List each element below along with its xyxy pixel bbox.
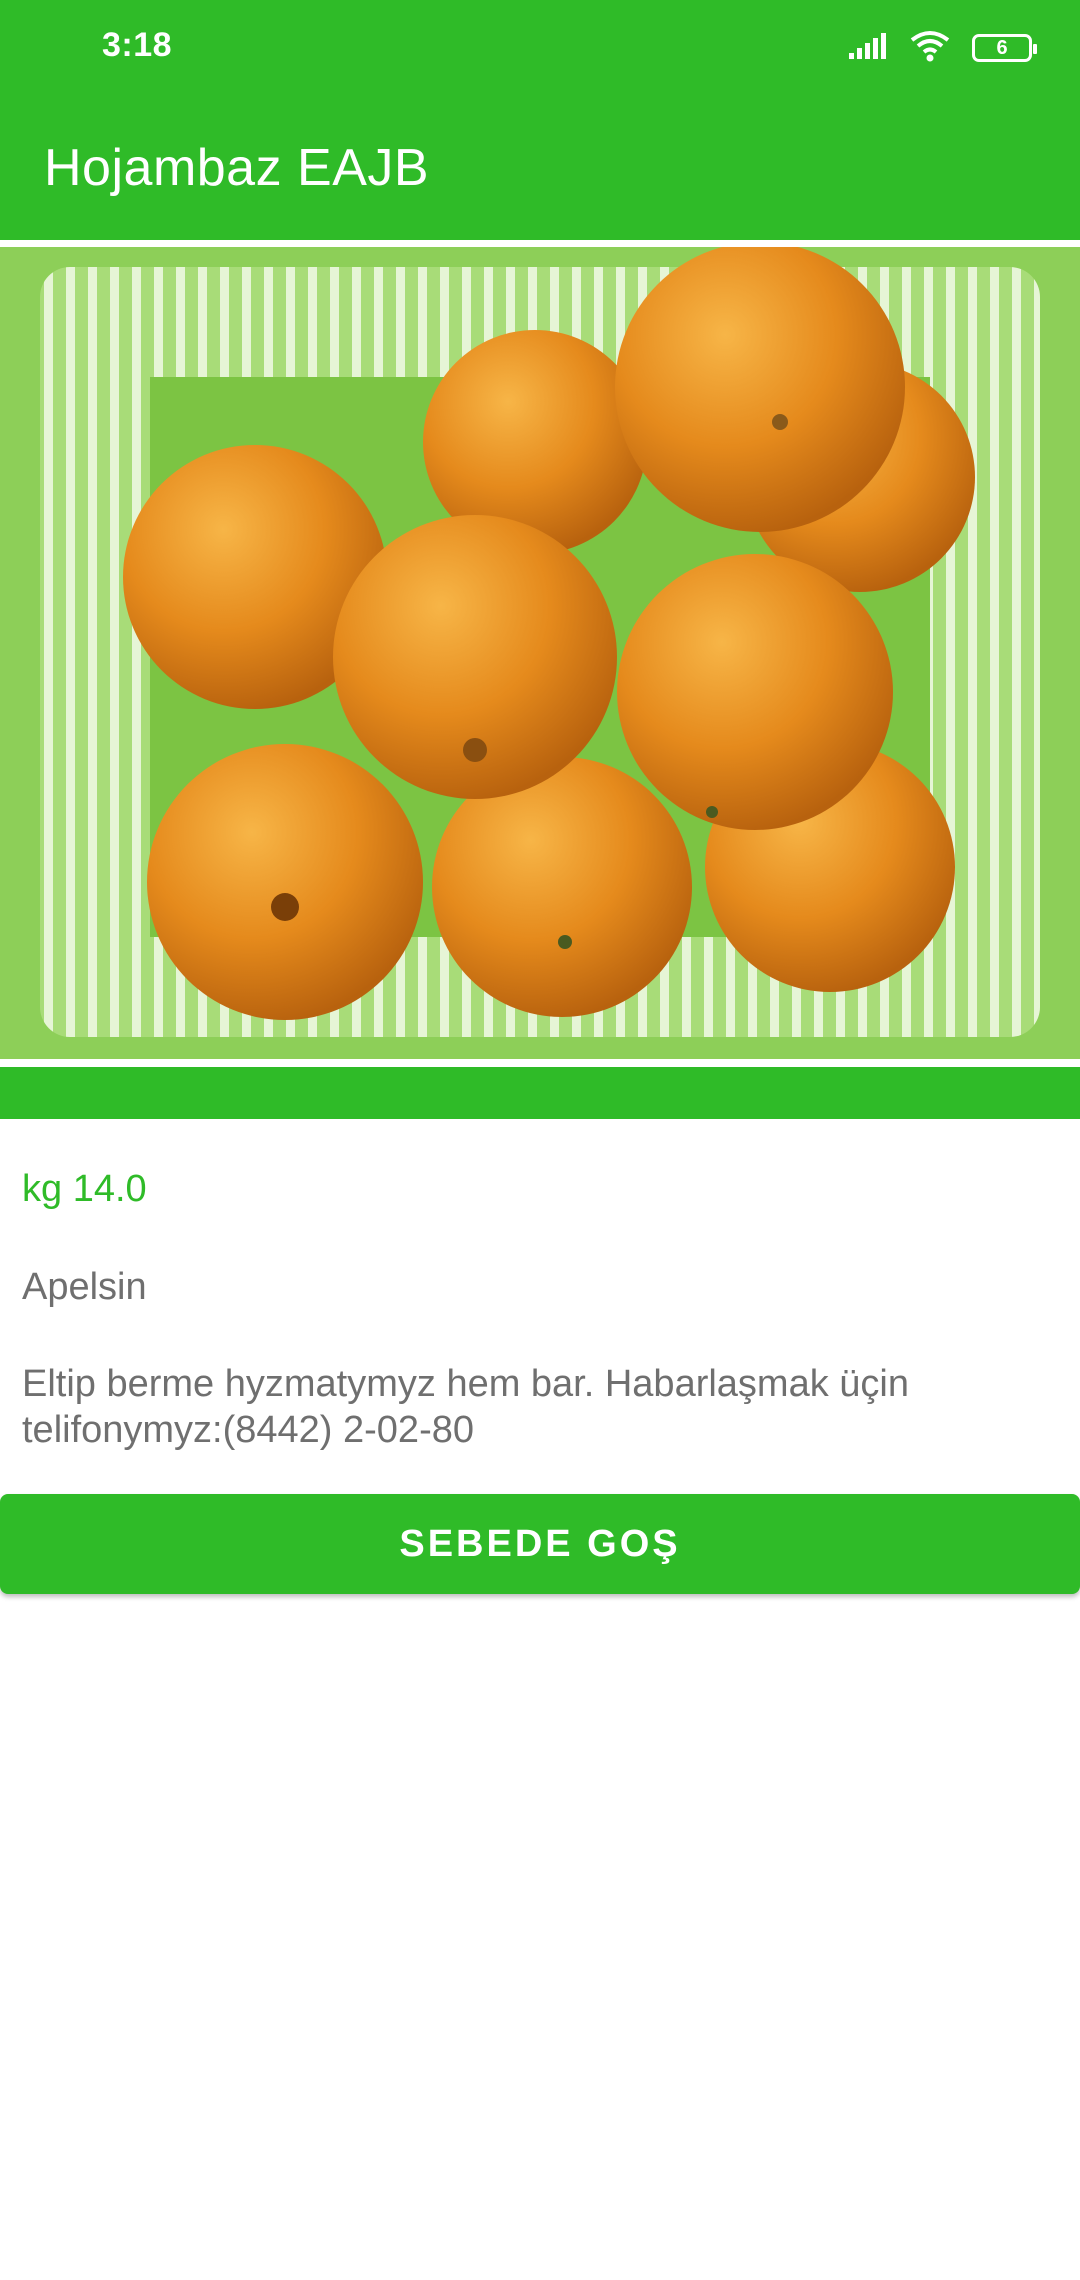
status-icons: 6 — [848, 28, 1037, 68]
product-name: Apelsin — [22, 1266, 147, 1308]
battery-icon: 6 — [972, 34, 1037, 62]
product-price: kg 14.0 — [22, 1168, 147, 1210]
app-title: Hojambaz EAJB — [44, 139, 430, 197]
image-divider-strip — [0, 1067, 1080, 1119]
status-bar: 3:18 6 — [0, 0, 1080, 96]
signal-icon — [848, 32, 888, 65]
product-image — [0, 247, 1080, 1059]
app-bar: 3:18 6 Hojambaz EAJB — [0, 0, 1080, 240]
battery-level: 6 — [996, 36, 1008, 59]
add-to-cart-button[interactable]: SEBEDE GOŞ — [0, 1494, 1080, 1594]
product-description: Eltip berme hyzmatymyz hem bar. Habarlaş… — [22, 1363, 909, 1451]
status-time: 3:18 — [102, 26, 173, 64]
wifi-icon — [910, 30, 950, 67]
